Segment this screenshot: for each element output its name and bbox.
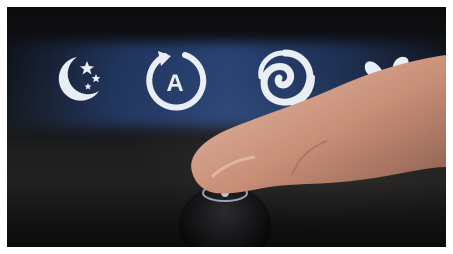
photo-frame: A 3 [7,7,446,247]
finger [191,55,446,194]
